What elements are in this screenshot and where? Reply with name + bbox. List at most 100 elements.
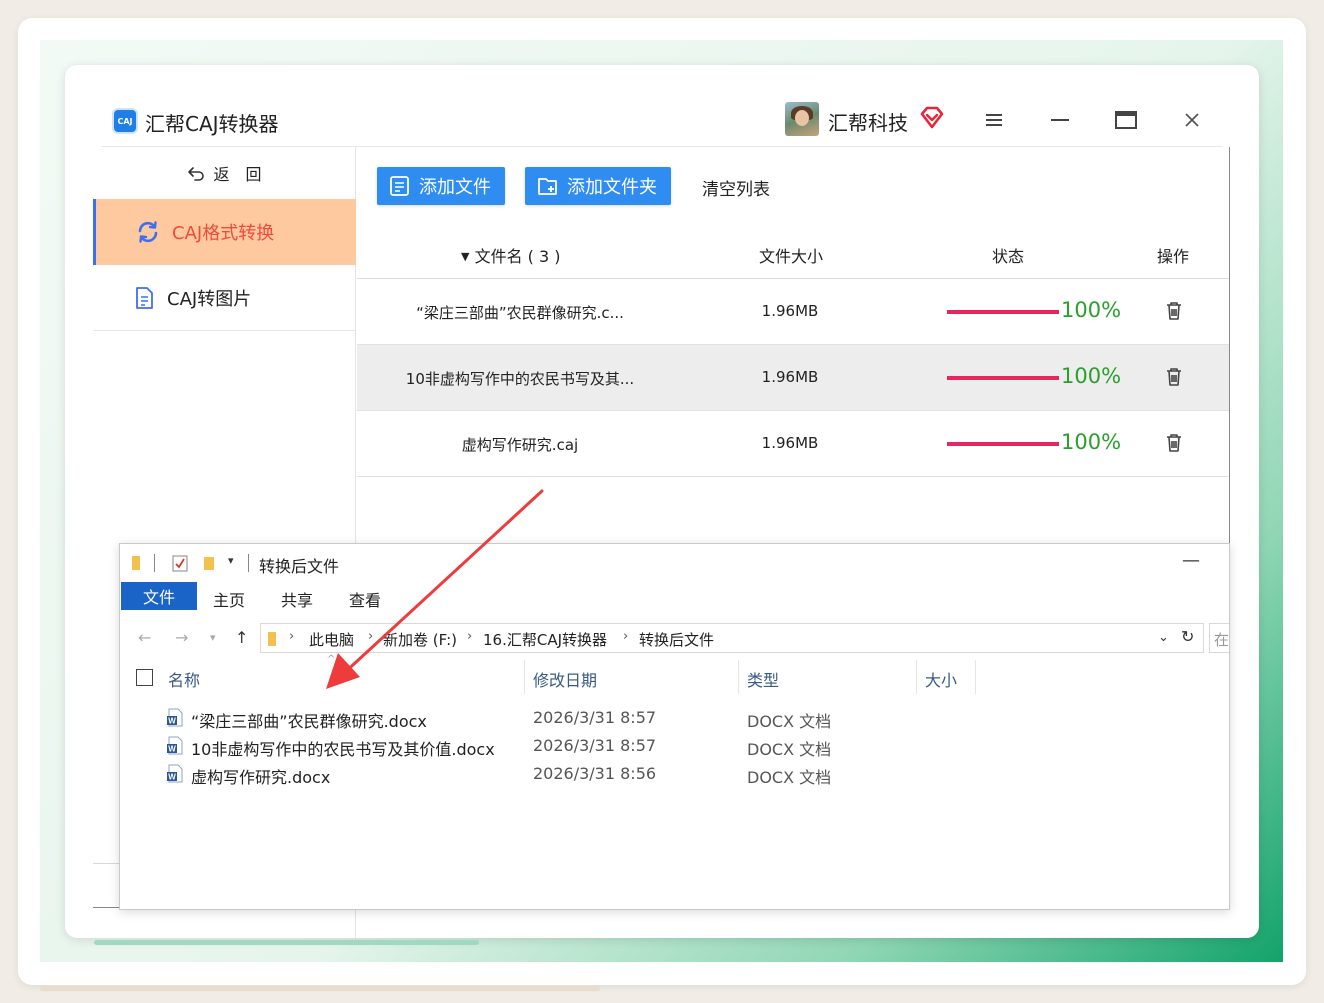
trash-icon[interactable] [1165,301,1183,321]
status-column-header: 状态 [992,247,1025,266]
progress-fill [947,376,1059,380]
folder-icon [132,556,140,570]
menu-icon[interactable] [979,105,1009,135]
file-name: 虚构写作研究.docx [191,768,331,787]
progress-fill [947,310,1059,314]
file-explorer-window: ▾ 转换后文件 — 文件 主页 共享 查看 ← → ▾ ↑ › 此电脑 › 新加… [119,543,1230,910]
list-item[interactable]: W 10非虚构写作中的农民书写及其价值.docx 2026/3/31 8:57 … [120,732,1229,760]
file-type: DOCX 文档 [747,712,832,731]
svg-text:W: W [168,717,176,726]
user-name[interactable]: 汇帮科技 [828,107,908,136]
add-folder-button[interactable]: 添加文件夹 [525,167,671,205]
file-type: DOCX 文档 [747,768,832,787]
file-type: DOCX 文档 [747,740,832,759]
trash-icon[interactable] [1165,367,1183,387]
file-name: “梁庄三部曲”农民群像研究.c... [416,304,624,322]
progress-text: 100% [1061,298,1122,322]
breadcrumb-drive[interactable]: 新加卷 (F:) [383,629,457,650]
breadcrumb-app-folder[interactable]: 16.汇帮CAJ转换器 [483,629,607,650]
progress-bar [947,376,1059,380]
add-folder-icon [538,178,557,195]
breadcrumb-this-pc[interactable]: 此电脑 [309,629,354,650]
list-item[interactable]: W “梁庄三部曲”农民群像研究.docx 2026/3/31 8:57 DOCX… [120,704,1229,732]
file-size: 1.96MB [761,368,819,386]
recent-dropdown-icon[interactable]: ▾ [210,631,216,644]
properties-icon[interactable] [172,554,188,572]
name-column-header[interactable]: 名称 [168,667,200,691]
file-name: 10非虚构写作中的农民书写及其... [405,370,635,388]
search-input[interactable]: 在 [1209,623,1229,653]
explorer-minimize-icon[interactable]: — [1182,550,1200,571]
file-modified: 2026/3/31 8:57 [533,736,657,755]
tab-share[interactable]: 共享 [281,587,313,611]
list-item[interactable]: W 虚构写作研究.docx 2026/3/31 8:56 DOCX 文档 [120,760,1229,788]
word-document-icon: W [167,708,183,727]
new-folder-icon[interactable] [202,554,218,572]
chevron-down-icon[interactable]: ⌄ [1158,630,1169,645]
avatar[interactable] [785,102,819,136]
word-document-icon: W [167,764,183,783]
explorer-title-bar: ▾ 转换后文件 — [120,544,1229,582]
file-size: 1.96MB [761,302,819,320]
progress-text: 100% [1061,364,1122,388]
explorer-title: 转换后文件 [259,557,340,576]
up-arrow-icon[interactable]: ↑ [235,628,248,647]
file-name: 10非虚构写作中的农民书写及其价值.docx [191,740,495,759]
folder-icon [268,632,276,646]
title-bar: CAJ 汇帮CAJ转换器 汇帮科技 [65,65,1259,147]
sort-down-icon: ▼ [461,250,470,263]
chevron-down-icon[interactable]: ▾ [228,554,234,567]
size-column-header[interactable]: 大小 [925,667,957,691]
refresh-icon[interactable]: ↻ [1181,627,1194,646]
table-row[interactable]: 虚构写作研究.caj 1.96MB 100% [357,411,1229,477]
sidebar-item-caj-image[interactable]: CAJ转图片 [93,265,356,331]
modified-column-header[interactable]: 修改日期 [533,667,597,691]
close-icon[interactable] [1177,105,1207,135]
file-modified: 2026/3/31 8:57 [533,708,657,727]
svg-text:W: W [168,773,176,782]
progress-text: 100% [1061,430,1122,454]
tab-view[interactable]: 查看 [349,587,381,611]
tab-home[interactable]: 主页 [213,587,245,611]
sidebar-item-label: CAJ转图片 [167,288,252,310]
back-icon[interactable]: ← [138,628,151,647]
app-title: 汇帮CAJ转换器 [145,112,279,136]
add-file-icon [390,176,409,196]
table-row[interactable]: “梁庄三部曲”农民群像研究.c... 1.96MB 100% [357,279,1229,345]
address-bar[interactable]: › 此电脑 › 新加卷 (F:) › 16.汇帮CAJ转换器 › 转换后文件 ⌄… [260,623,1204,653]
add-file-label: 添加文件 [419,177,491,198]
progress-fill [947,442,1059,446]
forward-icon[interactable]: → [175,628,188,647]
tab-file[interactable]: 文件 [121,582,197,610]
add-file-button[interactable]: 添加文件 [377,167,505,205]
type-column-header[interactable]: 类型 [747,667,779,691]
word-document-icon: W [167,736,183,755]
app-logo-icon: CAJ [112,108,138,134]
clear-list-button[interactable]: 清空列表 [702,175,770,200]
file-size: 1.96MB [761,434,819,452]
explorer-column-header: 名称 ^ 修改日期 类型 大小 [120,654,1229,696]
file-name: 虚构写作研究.caj [461,436,579,454]
refresh-icon [138,221,158,243]
svg-text:W: W [168,745,176,754]
progress-bar [947,310,1059,314]
back-button[interactable]: 返 回 [93,147,356,199]
back-label: 返 回 [213,165,262,184]
document-icon [136,286,153,309]
breadcrumb-output-folder[interactable]: 转换后文件 [639,629,714,650]
sort-up-icon: ^ [327,654,336,665]
file-name: “梁庄三部曲”农民群像研究.docx [191,712,427,731]
vip-diamond-icon[interactable] [919,105,945,131]
progress-bar [947,442,1059,446]
action-column-header: 操作 [1157,247,1190,266]
sidebar-item-caj-format[interactable]: CAJ格式转换 [93,199,356,265]
name-column-header[interactable]: ▼ 文件名 ( 3 ) [461,243,561,267]
maximize-icon[interactable] [1111,105,1141,135]
size-column-header: 文件大小 [759,247,824,266]
table-row[interactable]: 10非虚构写作中的农民书写及其... 1.96MB 100% [357,345,1229,411]
trash-icon[interactable] [1165,433,1183,453]
explorer-address-row: ← → ▾ ↑ › 此电脑 › 新加卷 (F:) › 16.汇帮CAJ转换器 ›… [120,622,1229,654]
minimize-icon[interactable] [1045,105,1075,135]
select-all-checkbox[interactable] [136,669,153,686]
add-folder-label: 添加文件夹 [567,177,657,198]
